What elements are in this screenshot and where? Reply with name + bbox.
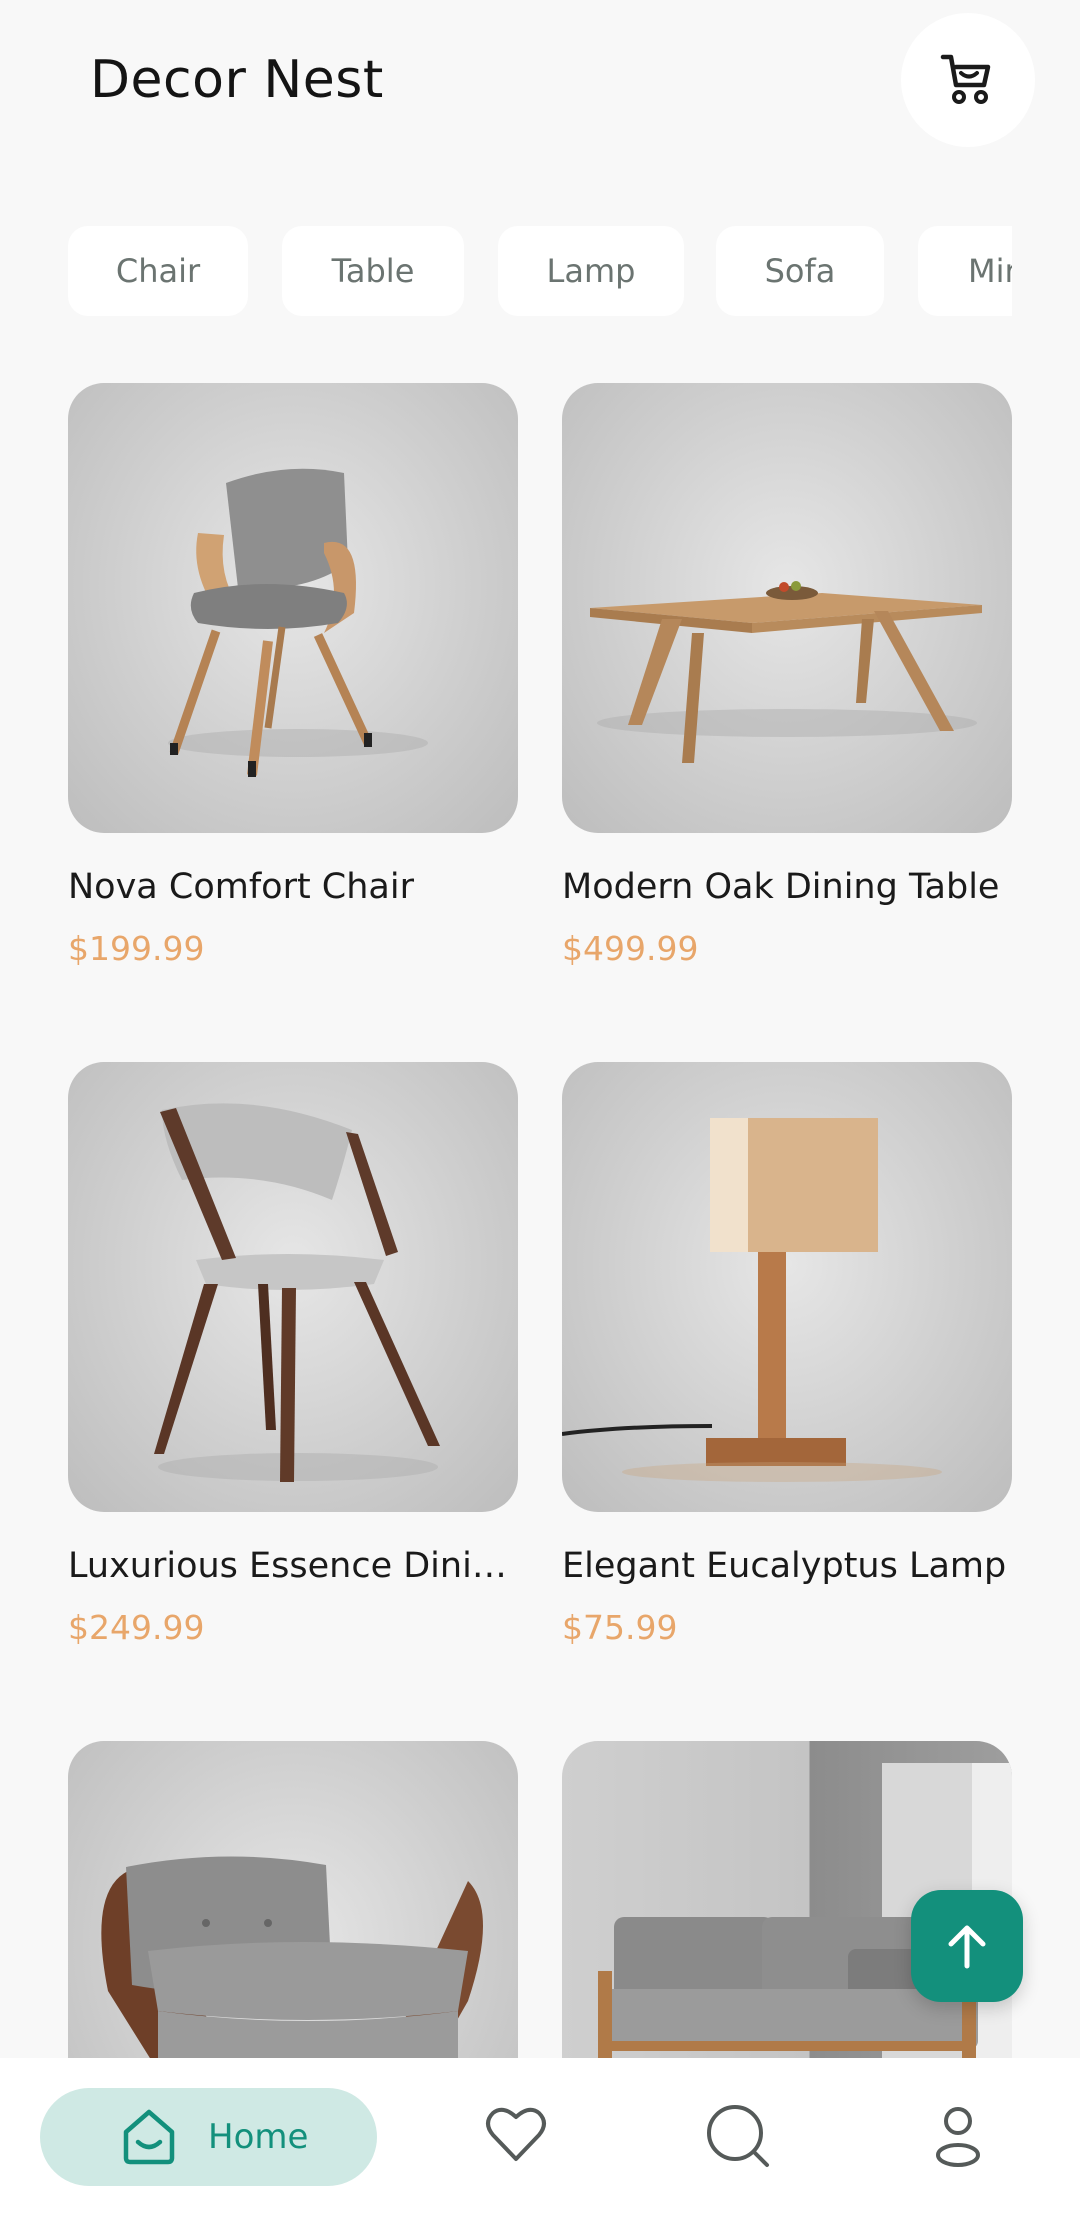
product-price: $499.99 [562, 929, 699, 968]
product-card[interactable]: Elegant Eucalyptus Lamp $75.99 [562, 1062, 1012, 1647]
product-name: Elegant Eucalyptus Lamp [562, 1546, 1007, 1586]
category-chips: Chair Table Lamp Sofa Mirror [68, 226, 1012, 316]
product-card[interactable]: Luxurious Essence Dinin... $249.99 [68, 1062, 518, 1647]
product-image [562, 1062, 1012, 1512]
product-name: Luxurious Essence Dinin... [68, 1546, 518, 1586]
arrow-up-icon [948, 1925, 986, 1969]
nav-profile[interactable] [920, 2098, 996, 2174]
product-card[interactable] [68, 1741, 518, 2058]
profile-icon [936, 2107, 980, 2167]
product-price: $75.99 [562, 1608, 678, 1647]
chair-illustration [168, 468, 428, 777]
dining-chair-illustration [154, 1103, 440, 1482]
product-price: $249.99 [68, 1608, 205, 1647]
lamp-illustration [562, 1118, 942, 1482]
header: Decor Nest [0, 0, 1080, 170]
nav-search[interactable] [700, 2098, 776, 2174]
table-illustration [590, 581, 982, 763]
product-image [68, 383, 518, 833]
product-card[interactable]: Modern Oak Dining Table $499.99 [562, 383, 1012, 968]
product-grid: Nova Comfort Chair $199.99 Modern Oak Di… [0, 340, 1080, 2058]
product-image [562, 383, 1012, 833]
scroll-top-button[interactable] [911, 1890, 1023, 2002]
chip-sofa[interactable]: Sofa [716, 226, 884, 316]
nav-favorites[interactable] [478, 2098, 554, 2174]
bottom-nav: Home [0, 2058, 1080, 2216]
cart-button[interactable] [901, 13, 1035, 147]
heart-icon [486, 2107, 546, 2161]
chip-lamp[interactable]: Lamp [498, 226, 684, 316]
armchair-illustration [101, 1856, 483, 2058]
chip-table[interactable]: Table [282, 226, 464, 316]
product-image [68, 1741, 518, 2058]
chip-chair[interactable]: Chair [68, 226, 248, 316]
chip-mirror[interactable]: Mirror [918, 226, 1012, 316]
app-title: Decor Nest [90, 50, 384, 110]
product-image [68, 1062, 518, 1512]
cart-icon [940, 54, 991, 104]
product-name: Nova Comfort Chair [68, 867, 414, 907]
nav-home-label: Home [208, 2117, 309, 2157]
nav-home[interactable]: Home [40, 2088, 377, 2186]
product-name: Modern Oak Dining Table [562, 867, 1000, 907]
search-icon [707, 2105, 769, 2167]
product-card[interactable]: Nova Comfort Chair $199.99 [68, 383, 518, 968]
product-price: $199.99 [68, 929, 205, 968]
home-icon [123, 2109, 175, 2165]
app-screen: Decor Nest Chair Table Lamp Sofa Mirror [0, 0, 1080, 2216]
